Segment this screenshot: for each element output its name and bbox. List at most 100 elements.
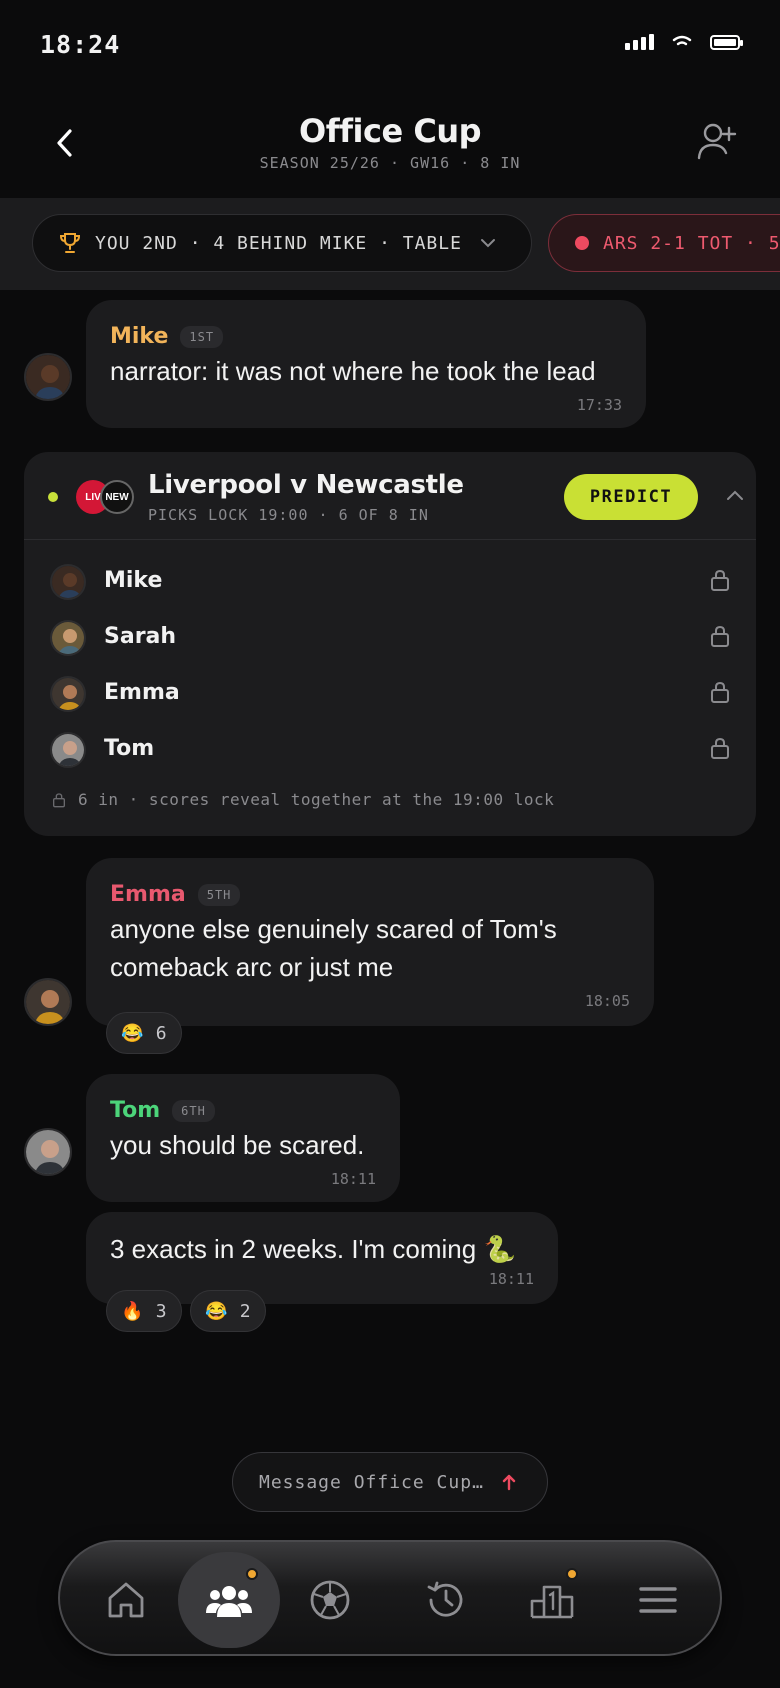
message-bubble: Emma 5TH anyone else genuinely scared of… <box>86 858 654 1026</box>
status-time: 18:24 <box>40 30 121 59</box>
message-time: 17:33 <box>576 396 622 414</box>
away-crest-icon: NEW <box>100 480 134 514</box>
pick-name: Mike <box>104 568 163 593</box>
avatar-emma-image <box>26 980 70 1024</box>
message-text-line: anyone else genuinely scared of Tom's <box>110 914 557 944</box>
reaction-chip[interactable]: 😂 6 <box>106 1012 182 1054</box>
rank-badge: 5TH <box>197 883 241 906</box>
lock-icon <box>711 737 729 759</box>
laughing-emoji-icon: 😂 <box>205 1300 228 1322</box>
group-title: Office Cup <box>299 112 482 150</box>
add-user-icon <box>697 123 737 160</box>
message-text: 3 exacts in 2 weeks. I'm coming 🐍 <box>110 1234 516 1264</box>
lock-icon <box>53 792 65 807</box>
pick-name: Emma <box>104 680 180 705</box>
message-time: 18:11 <box>488 1270 534 1288</box>
message-bubble: Mike 1ST narrator: it was not where he t… <box>86 300 646 428</box>
wifi-icon <box>672 35 692 46</box>
message-header: Mike 1ST <box>110 324 224 349</box>
home-icon <box>108 1582 144 1618</box>
reaction-chip[interactable]: 🔥 3 <box>106 1290 182 1332</box>
group-subtitle: SEASON 25/26 · GW16 · 8 IN <box>259 154 521 172</box>
signal-icon <box>625 34 654 50</box>
live-score-text: ARS 2-1 TOT · 5 <box>603 232 780 254</box>
pick-row: Tom <box>50 726 730 774</box>
fire-emoji-icon: 🔥 <box>121 1300 144 1322</box>
notification-dot <box>246 1568 258 1580</box>
message-composer[interactable]: Message Office Cup… <box>232 1452 548 1512</box>
avatar[interactable] <box>24 978 72 1026</box>
send-arrow-icon[interactable] <box>502 1473 516 1491</box>
standing-pill[interactable]: YOU 2ND · 4 BEHIND MIKE · TABLE <box>32 214 532 272</box>
football-icon <box>310 1580 350 1620</box>
match-card-footer: 6 in · scores reveal together at the 19:… <box>52 790 554 809</box>
tab-leaderboard[interactable] <box>504 1552 600 1648</box>
match-subtitle: PICKS LOCK 19:00 · 6 OF 8 IN <box>148 506 429 524</box>
tab-history[interactable] <box>398 1552 494 1648</box>
group-icon <box>206 1586 252 1617</box>
predict-button[interactable]: PREDICT <box>564 474 698 520</box>
lock-icon <box>711 625 729 647</box>
chevron-down-icon <box>480 239 495 248</box>
avatar <box>50 564 86 600</box>
composer-placeholder: Message Office Cup… <box>259 1471 484 1493</box>
match-footer-text: 6 in · scores reveal together at the 19:… <box>78 790 555 809</box>
live-dot <box>575 236 589 250</box>
match-card: LIV NEW Liverpool v Newcastle PICKS LOCK… <box>24 452 756 836</box>
tab-matches[interactable] <box>282 1552 378 1648</box>
live-score-pill[interactable]: ARS 2-1 TOT · 5 <box>548 214 780 272</box>
lock-icon <box>711 569 729 591</box>
battery-icon <box>710 34 743 50</box>
avatar-tom-image <box>26 1130 70 1174</box>
lock-icon <box>711 681 729 703</box>
avatar <box>50 732 86 768</box>
reaction-chip[interactable]: 😂 2 <box>190 1290 266 1332</box>
tab-groups[interactable] <box>178 1552 280 1648</box>
menu-icon <box>639 1587 677 1613</box>
message-header: Tom 6TH <box>110 1098 215 1123</box>
message-time: 18:05 <box>584 992 630 1010</box>
message-header: Emma 5TH <box>110 882 241 907</box>
pill-bar: YOU 2ND · 4 BEHIND MIKE · TABLE ARS 2-1 … <box>0 198 780 290</box>
pick-name: Tom <box>104 736 155 761</box>
rank-badge: 6TH <box>172 1099 215 1122</box>
avatar <box>50 620 86 656</box>
message-time: 18:11 <box>330 1170 376 1188</box>
avatar[interactable] <box>24 353 72 401</box>
avatar[interactable] <box>24 1128 72 1176</box>
pick-name: Sarah <box>104 624 177 649</box>
pick-row: Mike <box>50 558 730 606</box>
reaction-count: 2 <box>239 1300 251 1322</box>
message-text-line: comeback arc or just me <box>110 952 394 982</box>
reaction-count: 6 <box>155 1022 167 1044</box>
standing-text: YOU 2ND · 4 BEHIND MIKE · TABLE <box>95 232 462 254</box>
laughing-emoji-icon: 😂 <box>121 1022 144 1044</box>
message-bubble: Tom 6TH you should be scared. 18:11 <box>86 1074 400 1202</box>
add-member-button[interactable] <box>696 120 740 164</box>
sender-name[interactable]: Emma <box>110 882 186 907</box>
match-title: Liverpool v Newcastle <box>148 470 464 500</box>
status-bar: 18:24 <box>0 0 780 90</box>
chat-header: Office Cup SEASON 25/26 · GW16 · 8 IN <box>0 100 780 196</box>
sender-name[interactable]: Mike <box>110 324 168 349</box>
pick-row: Emma <box>50 670 730 718</box>
avatar-mike-image <box>26 355 70 399</box>
avatar <box>50 676 86 712</box>
tab-menu[interactable] <box>610 1552 706 1648</box>
message-text: you should be scared. <box>110 1130 365 1160</box>
notification-dot <box>566 1568 578 1580</box>
message-text: narrator: it was not where he took the l… <box>110 356 596 386</box>
podium-icon <box>530 1585 574 1619</box>
status-icons <box>625 34 743 50</box>
rank-badge: 1ST <box>180 325 224 348</box>
history-icon <box>427 1581 463 1617</box>
tab-bar <box>58 1540 722 1656</box>
tab-home[interactable] <box>78 1552 174 1648</box>
pick-row: Sarah <box>50 614 730 662</box>
status-dot <box>48 492 58 502</box>
reaction-count: 3 <box>155 1300 167 1322</box>
match-card-header[interactable]: LIV NEW Liverpool v Newcastle PICKS LOCK… <box>24 452 756 540</box>
sender-name[interactable]: Tom <box>110 1098 160 1123</box>
trophy-icon <box>59 233 81 253</box>
chevron-up-icon[interactable] <box>726 488 744 502</box>
